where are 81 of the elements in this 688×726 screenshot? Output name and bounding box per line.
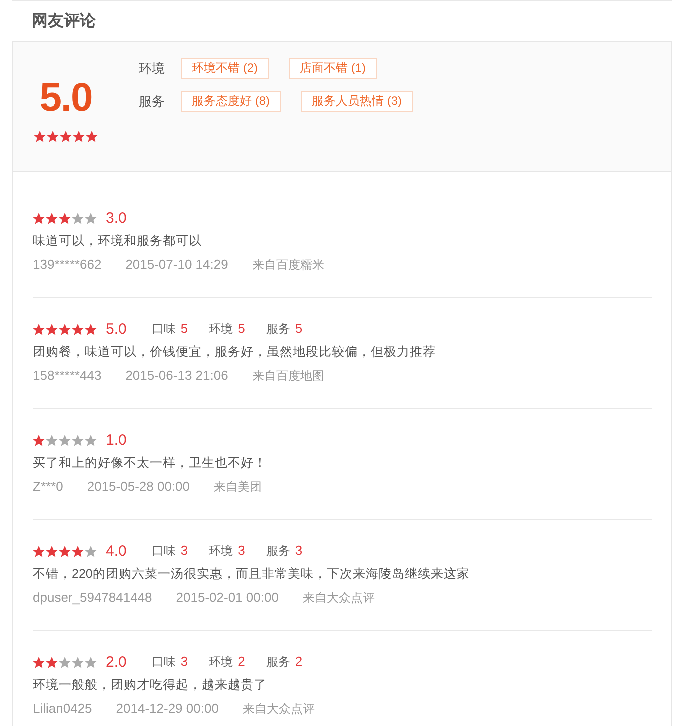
- filter-tag[interactable]: 店面不错 (1): [289, 58, 377, 79]
- star-icon: [59, 656, 71, 668]
- star-icon: [59, 212, 71, 224]
- star-icon: [33, 434, 45, 446]
- reviewer-name: 139*****662: [33, 256, 102, 274]
- star-icon: [60, 131, 72, 142]
- sub-score-label: 服务: [266, 542, 290, 560]
- star-icon: [46, 546, 58, 557]
- overall-score: 5.0: [40, 78, 92, 118]
- star-icon: [46, 656, 58, 668]
- review-time: 2014-12-29 00:00: [116, 700, 219, 718]
- sub-score-label: 环境: [209, 542, 234, 560]
- review-source: 来自大众点评: [302, 590, 375, 608]
- star-icon: [85, 212, 97, 224]
- star-icon: [46, 434, 58, 446]
- star-icon: [47, 131, 59, 142]
- sub-score-value: 2: [238, 654, 246, 669]
- review-text: 团购餐，味道可以，价钱便宜，服务好，虽然地段比较偏，但极力推荐: [33, 344, 437, 362]
- star-icon: [85, 434, 97, 446]
- review-source: 来自大众点评: [242, 701, 315, 718]
- star-icon: [46, 212, 58, 224]
- sub-score-label: 口味: [152, 542, 176, 560]
- star-icon: [72, 212, 84, 224]
- star-icon: [72, 546, 84, 557]
- sub-score-value: 3: [295, 542, 303, 558]
- star-icon: [72, 656, 84, 668]
- tag-group-label: 服务: [139, 92, 165, 110]
- review-text: 买了和上的好像不太一样，卫生也不好！: [33, 455, 268, 472]
- star-icon: [85, 324, 97, 335]
- review-source: 来自百度地图: [252, 368, 324, 386]
- sub-score-value: 3: [238, 542, 246, 558]
- star-icon: [85, 656, 97, 668]
- sub-score-value: 5: [295, 320, 303, 336]
- star-icon: [85, 546, 97, 557]
- sub-score-value: 3: [180, 542, 188, 558]
- star-icon: [59, 546, 71, 557]
- sub-score-label: 服务: [266, 654, 290, 671]
- review-time: 2015-02-01 00:00: [176, 589, 279, 608]
- sub-score-label: 环境: [209, 654, 234, 671]
- review-score: 5.0: [106, 320, 127, 338]
- review-source: 来自美团: [214, 479, 262, 496]
- review-time: 2015-07-10 14:29: [126, 256, 228, 274]
- star-icon: [33, 324, 45, 335]
- review-text: 不错，220的团购六菜一汤很实惠，而且非常美味，下次来海陵岛继续来这家: [33, 566, 471, 584]
- review-text: 味道可以，环境和服务都可以: [33, 233, 203, 250]
- reviewer-name: dpuser_5947841448: [33, 589, 152, 608]
- star-icon: [33, 546, 45, 557]
- star-icon: [72, 324, 84, 335]
- review-time: 2015-06-13 21:06: [126, 367, 228, 386]
- star-icon: [34, 131, 46, 142]
- star-icon: [72, 434, 84, 446]
- star-icon: [73, 131, 85, 142]
- filter-tag[interactable]: 服务态度好 (8): [181, 91, 281, 112]
- filter-tag[interactable]: 服务人员热情 (3): [301, 91, 413, 112]
- sub-score-value: 3: [180, 654, 188, 669]
- reviewer-name: 158*****443: [33, 367, 102, 386]
- sub-score-label: 服务: [266, 320, 290, 338]
- reviewer-name: Lilian0425: [33, 700, 92, 718]
- sub-score-label: 环境: [209, 320, 234, 338]
- review-time: 2015-05-28 00:00: [87, 478, 190, 496]
- filter-tag[interactable]: 环境不错 (2): [181, 58, 269, 79]
- review-score: 1.0: [106, 432, 127, 449]
- review-score: 3.0: [106, 210, 127, 227]
- review-score: 4.0: [106, 542, 127, 560]
- star-icon: [59, 324, 71, 335]
- star-icon: [46, 324, 58, 335]
- sub-score-value: 5: [238, 320, 246, 336]
- reviewer-name: Z***0: [33, 478, 64, 496]
- star-icon: [86, 131, 98, 142]
- section-title: 网友评论: [32, 12, 96, 32]
- review-text: 环境一般般，团购才吃得起，越来越贵了: [33, 677, 268, 694]
- star-icon: [59, 434, 71, 446]
- sub-score-value: 5: [180, 320, 188, 336]
- star-icon: [33, 212, 45, 224]
- review-source: 来自百度糯米: [252, 257, 324, 274]
- review-score: 2.0: [106, 654, 127, 671]
- sub-score-label: 口味: [152, 320, 176, 338]
- sub-score-value: 2: [295, 654, 303, 669]
- tag-group-label: 环境: [139, 60, 165, 78]
- star-icon: [33, 656, 45, 668]
- sub-score-label: 口味: [152, 654, 176, 671]
